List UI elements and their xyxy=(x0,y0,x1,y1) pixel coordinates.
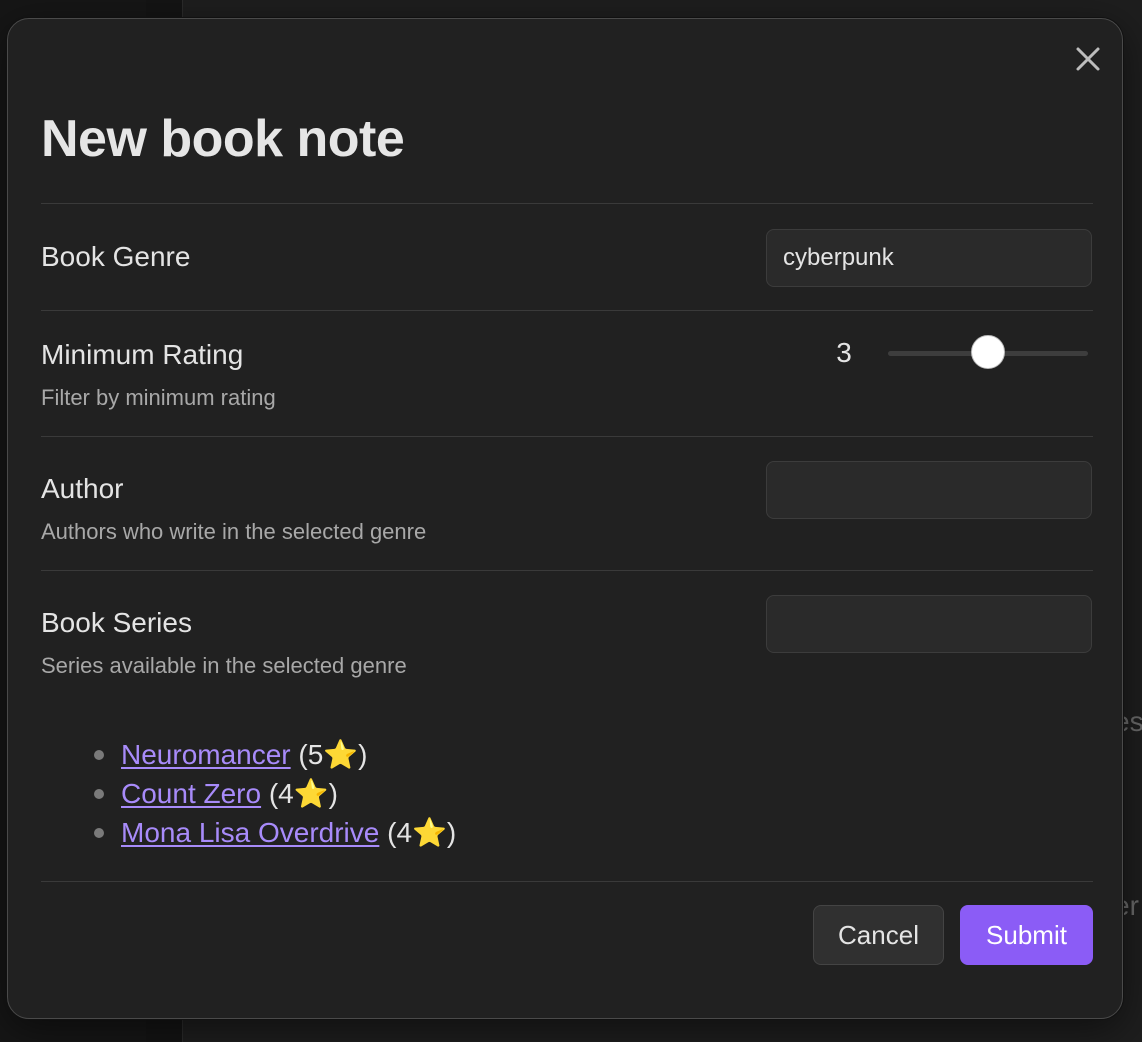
genre-input[interactable] xyxy=(766,229,1092,287)
close-icon xyxy=(1076,47,1100,71)
rating-description: Filter by minimum rating xyxy=(41,385,276,410)
author-description: Authors who write in the selected genre xyxy=(41,519,427,544)
divider xyxy=(41,570,1093,571)
series-list: Neuromancer (5⭐) Count Zero (4⭐) Mona Li… xyxy=(88,735,456,852)
bullet xyxy=(94,828,104,838)
divider xyxy=(41,310,1093,311)
rating-slider[interactable] xyxy=(888,335,1088,369)
divider xyxy=(41,881,1093,882)
book-note-modal: New book note Book Genre Minimum Rating … xyxy=(7,18,1123,1019)
series-rating: (4⭐) xyxy=(387,817,457,848)
rating-label: Minimum Rating xyxy=(41,339,244,370)
series-label: Book Series xyxy=(41,607,192,638)
list-item: Count Zero (4⭐) xyxy=(88,774,456,813)
list-item: Neuromancer (5⭐) xyxy=(88,735,456,774)
series-link[interactable]: Count Zero xyxy=(121,778,261,809)
author-input[interactable] xyxy=(766,461,1092,519)
slider-thumb[interactable] xyxy=(971,335,1005,369)
close-button[interactable] xyxy=(1070,41,1106,77)
submit-button[interactable]: Submit xyxy=(960,905,1093,965)
author-label: Author xyxy=(41,473,124,504)
bullet xyxy=(94,750,104,760)
divider xyxy=(41,436,1093,437)
series-link[interactable]: Mona Lisa Overdrive xyxy=(121,817,379,848)
list-item: Mona Lisa Overdrive (4⭐) xyxy=(88,813,456,852)
series-input[interactable] xyxy=(766,595,1092,653)
divider xyxy=(41,203,1093,204)
series-link[interactable]: Neuromancer xyxy=(121,739,291,770)
genre-label: Book Genre xyxy=(41,241,191,272)
bullet xyxy=(94,789,104,799)
cancel-button[interactable]: Cancel xyxy=(813,905,944,965)
series-rating: (4⭐) xyxy=(268,778,338,809)
modal-title: New book note xyxy=(41,110,405,168)
series-rating: (5⭐) xyxy=(298,739,368,770)
series-description: Series available in the selected genre xyxy=(41,653,407,678)
rating-value: 3 xyxy=(836,337,852,368)
